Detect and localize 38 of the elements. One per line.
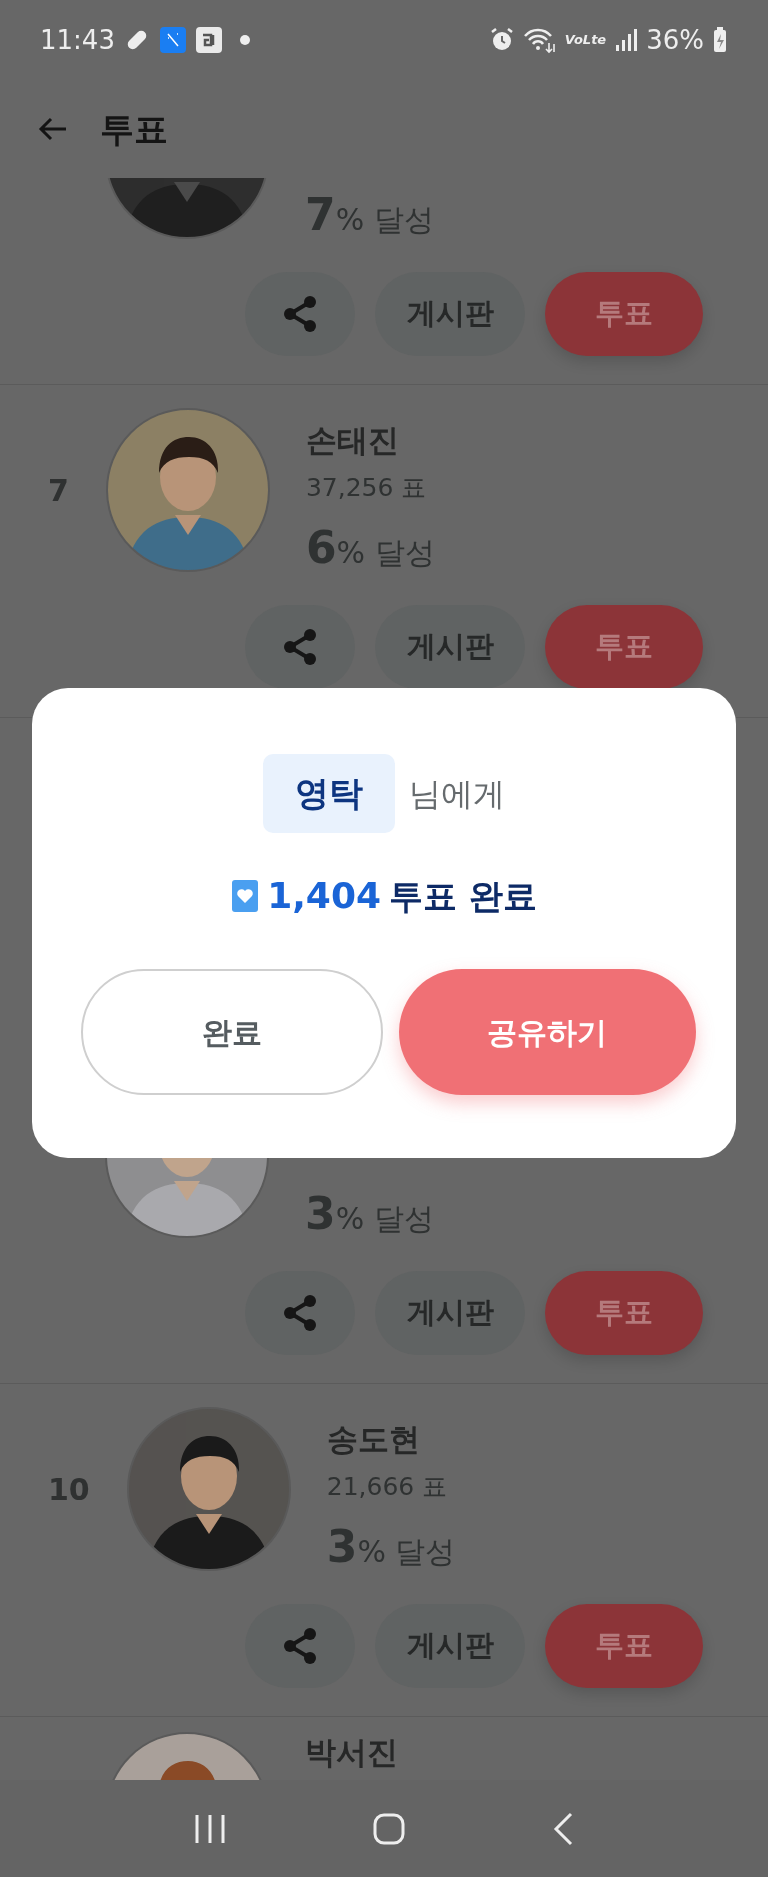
vote-amount: 1,404: [267, 874, 381, 918]
done-button[interactable]: 완료: [81, 969, 383, 1095]
achievement-rate: 3% 달성: [326, 1521, 456, 1574]
achievement-rate: 7% 달성: [305, 189, 434, 242]
back-arrow-icon[interactable]: [38, 116, 68, 142]
vote-button[interactable]: 투표: [545, 1271, 703, 1355]
achievement-rate: 6% 달성: [305, 522, 435, 575]
battery-icon: [712, 26, 728, 54]
status-time: 11:43: [40, 23, 115, 57]
vote-button[interactable]: 투표: [545, 1604, 703, 1688]
network-label: VoLte: [564, 31, 607, 50]
candidate-name: 박서진: [305, 1733, 398, 1772]
page-title: 투표: [100, 107, 168, 151]
board-button[interactable]: 게시판: [375, 1271, 525, 1355]
app-icon: [158, 26, 187, 54]
candidate-name: 손태진: [305, 421, 400, 460]
wifi-icon: [522, 26, 557, 54]
vote-button[interactable]: 투표: [545, 272, 703, 356]
recipient-name: 영탁: [263, 754, 395, 833]
vote-button[interactable]: 투표: [545, 605, 703, 689]
heart-ticket-icon: [231, 878, 260, 914]
candidate-name: 송도현: [326, 1420, 421, 1459]
rank-number: 7: [48, 471, 69, 510]
board-button[interactable]: 게시판: [375, 605, 525, 689]
vote-complete-label: 투표 완료: [389, 874, 537, 918]
board-button[interactable]: 게시판: [375, 1604, 525, 1688]
home-icon[interactable]: [372, 1811, 406, 1846]
battery-percent: 36%: [646, 23, 704, 57]
notification-dot-icon: [238, 34, 251, 46]
recipient-suffix: 님에게: [409, 773, 505, 815]
achievement-rate: 3% 달성: [305, 1188, 434, 1241]
share-button[interactable]: 공유하기: [398, 969, 696, 1095]
rank-number: 10: [48, 1470, 90, 1509]
signal-icon: [614, 27, 639, 53]
vote-count: 21,666 표: [326, 1471, 449, 1503]
board-button[interactable]: 게시판: [375, 272, 525, 356]
vote-count: 37,256 표: [305, 472, 428, 504]
app-icon: [194, 26, 223, 54]
